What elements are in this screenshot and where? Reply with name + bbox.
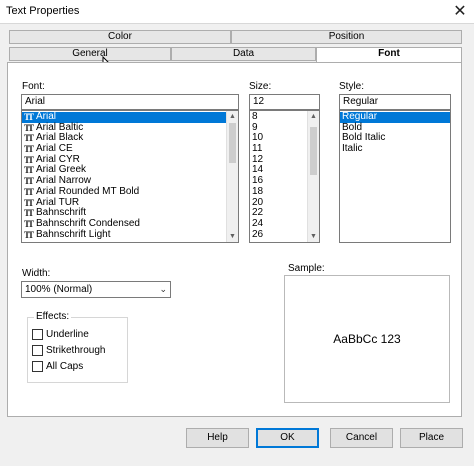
- place-button[interactable]: Place: [400, 428, 463, 448]
- size-input[interactable]: 12: [249, 94, 320, 110]
- effects-label: Effects:: [34, 311, 72, 322]
- truetype-icon: TT: [24, 176, 34, 187]
- list-item-label: Arial Greek: [36, 164, 87, 176]
- truetype-icon: TT: [24, 133, 34, 144]
- truetype-icon: TT: [24, 144, 34, 155]
- list-item-label: Bahnschrift Light: [36, 228, 111, 240]
- truetype-icon: TT: [24, 154, 34, 165]
- tab-color[interactable]: Color: [9, 30, 231, 44]
- window-title: Text Properties: [6, 5, 80, 17]
- list-item-label: Bahnschrift Condensed: [36, 217, 140, 229]
- title-bar: Text Properties ✕: [0, 0, 474, 24]
- list-item-label: 14: [252, 164, 264, 176]
- strikethrough-label[interactable]: Strikethrough: [46, 345, 105, 356]
- close-icon[interactable]: ✕: [450, 2, 470, 22]
- truetype-icon: TT: [24, 229, 34, 240]
- sample-preview: AaBbCc 123: [284, 275, 450, 403]
- chevron-down-icon[interactable]: ⌄: [159, 282, 167, 297]
- style-label: Style:: [339, 81, 365, 92]
- list-item-label: 26: [252, 228, 264, 240]
- list-item-label: 22: [252, 207, 264, 219]
- tab-general[interactable]: General: [9, 47, 171, 61]
- list-item[interactable]: Italic: [340, 143, 450, 155]
- list-item-label: 11: [252, 143, 263, 155]
- all-caps-label[interactable]: All Caps: [46, 361, 83, 372]
- cancel-button[interactable]: Cancel: [330, 428, 393, 448]
- list-item-label: Arial Black: [36, 132, 84, 144]
- list-item-label: Regular: [342, 111, 378, 122]
- list-item-label: 16: [252, 175, 264, 187]
- list-item-label: 20: [252, 196, 264, 208]
- list-item-label: 9: [252, 121, 258, 133]
- list-item-label: 10: [252, 132, 264, 144]
- ok-button[interactable]: OK: [256, 428, 319, 448]
- help-button[interactable]: Help: [186, 428, 249, 448]
- tab-font[interactable]: Font: [316, 47, 462, 62]
- width-select-value: 100% (Normal): [25, 284, 93, 295]
- list-item[interactable]: TT Bahnschrift Light: [22, 228, 238, 241]
- font-list[interactable]: TT Arial TT Arial Baltic TT Arial Black TT Aria…: [21, 110, 239, 243]
- font-label: Font:: [22, 81, 45, 92]
- list-item-label: Arial: [36, 111, 57, 122]
- style-input[interactable]: Regular: [339, 94, 451, 110]
- tab-data[interactable]: Data: [171, 47, 316, 61]
- scroll-up-icon[interactable]: ▲: [308, 111, 319, 122]
- list-item-label: Bahnschrift: [36, 207, 87, 219]
- scroll-thumb[interactable]: [310, 127, 317, 175]
- size-label: Size:: [249, 81, 272, 92]
- underline-checkbox[interactable]: [32, 329, 43, 340]
- scroll-down-icon[interactable]: ▼: [308, 231, 319, 242]
- scroll-down-icon[interactable]: ▼: [227, 231, 238, 242]
- size-list-scrollbar[interactable]: ▲ ▼: [307, 111, 319, 242]
- font-tab-pane: Font: Arial TT Arial TT Arial Baltic TT Arial…: [7, 62, 462, 417]
- truetype-icon: TT: [24, 186, 34, 197]
- all-caps-checkbox[interactable]: [32, 361, 43, 372]
- truetype-icon: TT: [24, 165, 34, 176]
- style-list[interactable]: Regular Bold Bold Italic Italic: [339, 110, 451, 243]
- strikethrough-checkbox[interactable]: [32, 345, 43, 356]
- truetype-icon: TT: [24, 122, 34, 133]
- list-item-label: 24: [252, 217, 264, 229]
- size-list[interactable]: 8 9 10 11 12 14 16 18 20 22 24 26 ▲ ▼: [249, 110, 320, 243]
- list-item-label: Italic: [342, 143, 363, 155]
- sample-text: AaBbCc 123: [333, 332, 401, 346]
- sample-label: Sample:: [288, 263, 325, 274]
- truetype-icon: TT: [24, 197, 34, 208]
- width-select[interactable]: 100% (Normal) ⌄: [21, 281, 171, 298]
- truetype-icon: TT: [24, 112, 34, 122]
- list-item-label: Arial Baltic: [36, 121, 84, 133]
- list-item-label: Bold: [342, 121, 363, 133]
- width-label: Width:: [22, 268, 51, 279]
- list-item-label: Arial CYR: [36, 153, 80, 165]
- font-list-scrollbar[interactable]: ▲ ▼: [226, 111, 238, 242]
- font-name-input[interactable]: Arial: [21, 94, 239, 110]
- tab-position[interactable]: Position: [231, 30, 462, 44]
- underline-label[interactable]: Underline: [46, 329, 89, 340]
- list-item-label: Arial TUR: [36, 196, 80, 208]
- scroll-thumb[interactable]: [229, 123, 236, 163]
- list-item-label: 8: [252, 111, 258, 122]
- list-item-label: Arial Narrow: [36, 175, 92, 187]
- list-item-label: Arial Rounded MT Bold: [36, 185, 140, 197]
- truetype-icon: TT: [24, 218, 34, 229]
- list-item-label: Arial CE: [36, 143, 73, 155]
- list-item-label: Bold Italic: [342, 132, 386, 144]
- scroll-up-icon[interactable]: ▲: [227, 111, 238, 122]
- list-item-label: 12: [252, 153, 264, 165]
- truetype-icon: TT: [24, 208, 34, 219]
- list-item-label: 18: [252, 185, 264, 197]
